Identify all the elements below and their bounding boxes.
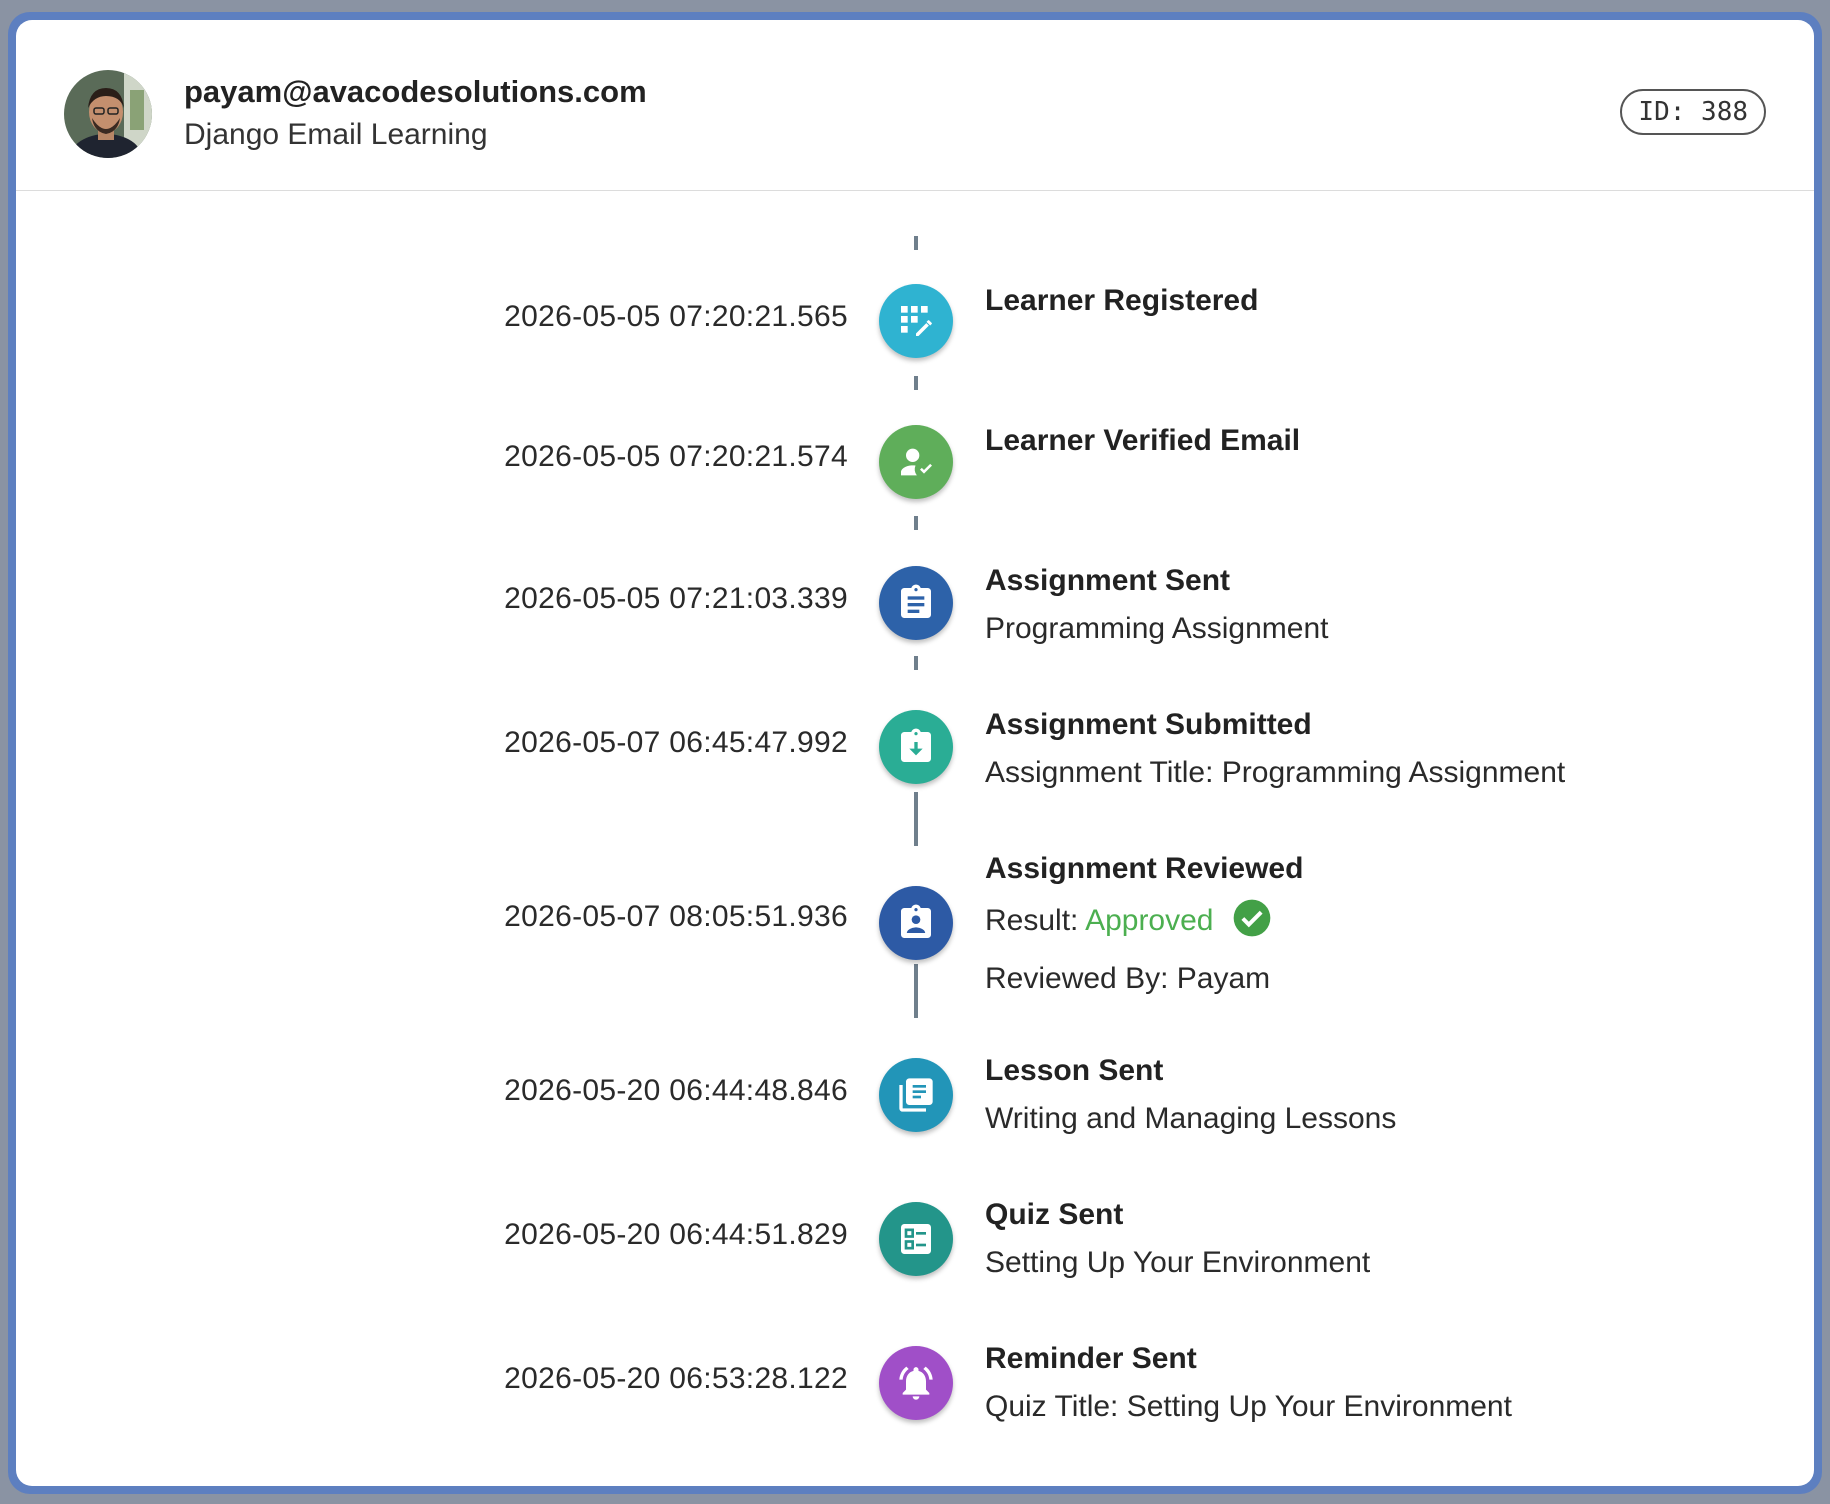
library-books-icon [899,1078,933,1112]
event-icon-badge [879,1058,953,1132]
event-detail: Quiz Title: Setting Up Your Environment [985,1390,1512,1423]
event-detail: Programming Assignment [985,612,1329,645]
event-title: Lesson Sent [985,1054,1164,1087]
event-icon-badge [879,284,953,358]
event-title: Learner Registered [985,284,1259,317]
result-label: Result: [985,904,1079,937]
event-detail: Writing and Managing Lessons [985,1102,1397,1135]
event-title: Learner Verified Email [985,424,1301,457]
quiz-list-icon [901,1224,931,1254]
event-icon-badge [879,1346,953,1420]
clipboard-list-icon [901,584,931,618]
event-timestamp: 2026-05-07 06:45:47.992 [504,726,848,759]
result-status: Approved [1085,904,1214,937]
timeline-connector [914,792,918,846]
event-timestamp: 2026-05-05 07:21:03.339 [504,582,848,615]
event-timestamp: 2026-05-20 06:53:28.122 [504,1362,848,1395]
event-timestamp: 2026-05-05 07:20:21.565 [504,300,848,333]
event-timestamp: 2026-05-05 07:20:21.574 [504,440,848,473]
event-detail: Setting Up Your Environment [985,1246,1371,1279]
clipboard-download-icon [901,728,931,762]
event-detail: Assignment Title: Programming Assignment [985,756,1566,789]
event-title: Assignment Submitted [985,708,1312,741]
event-icon-badge [879,425,953,499]
reviewer: Reviewed By: Payam [985,962,1271,995]
person-check-icon [901,448,932,476]
approved-check-icon [1232,899,1272,944]
event-timestamp: 2026-05-07 08:05:51.936 [504,900,848,933]
event-icon-badge [879,566,953,640]
event-icon-badge [879,710,953,784]
learner-timeline-modal: payam@avacodesolutions.com Django Email … [16,20,1814,1486]
event-icon-badge [879,886,953,960]
event-title: Reminder Sent [985,1342,1197,1375]
app-registration-icon [901,306,932,336]
event-timestamp: 2026-05-20 06:44:48.846 [504,1074,848,1107]
event-title: Quiz Sent [985,1198,1124,1231]
event-title: Assignment Reviewed [985,852,1304,885]
event-timeline: 2026-05-05 07:20:21.565 Learner Register… [16,20,1814,1486]
clipboard-person-icon [901,904,931,938]
event-timestamp: 2026-05-20 06:44:51.829 [504,1218,848,1251]
event-title: Assignment Sent [985,564,1231,597]
event-icon-badge [879,1202,953,1276]
bell-ringing-icon [899,1366,933,1400]
timeline-connector [914,964,918,1018]
review-result: Result: Approved [985,899,1303,944]
